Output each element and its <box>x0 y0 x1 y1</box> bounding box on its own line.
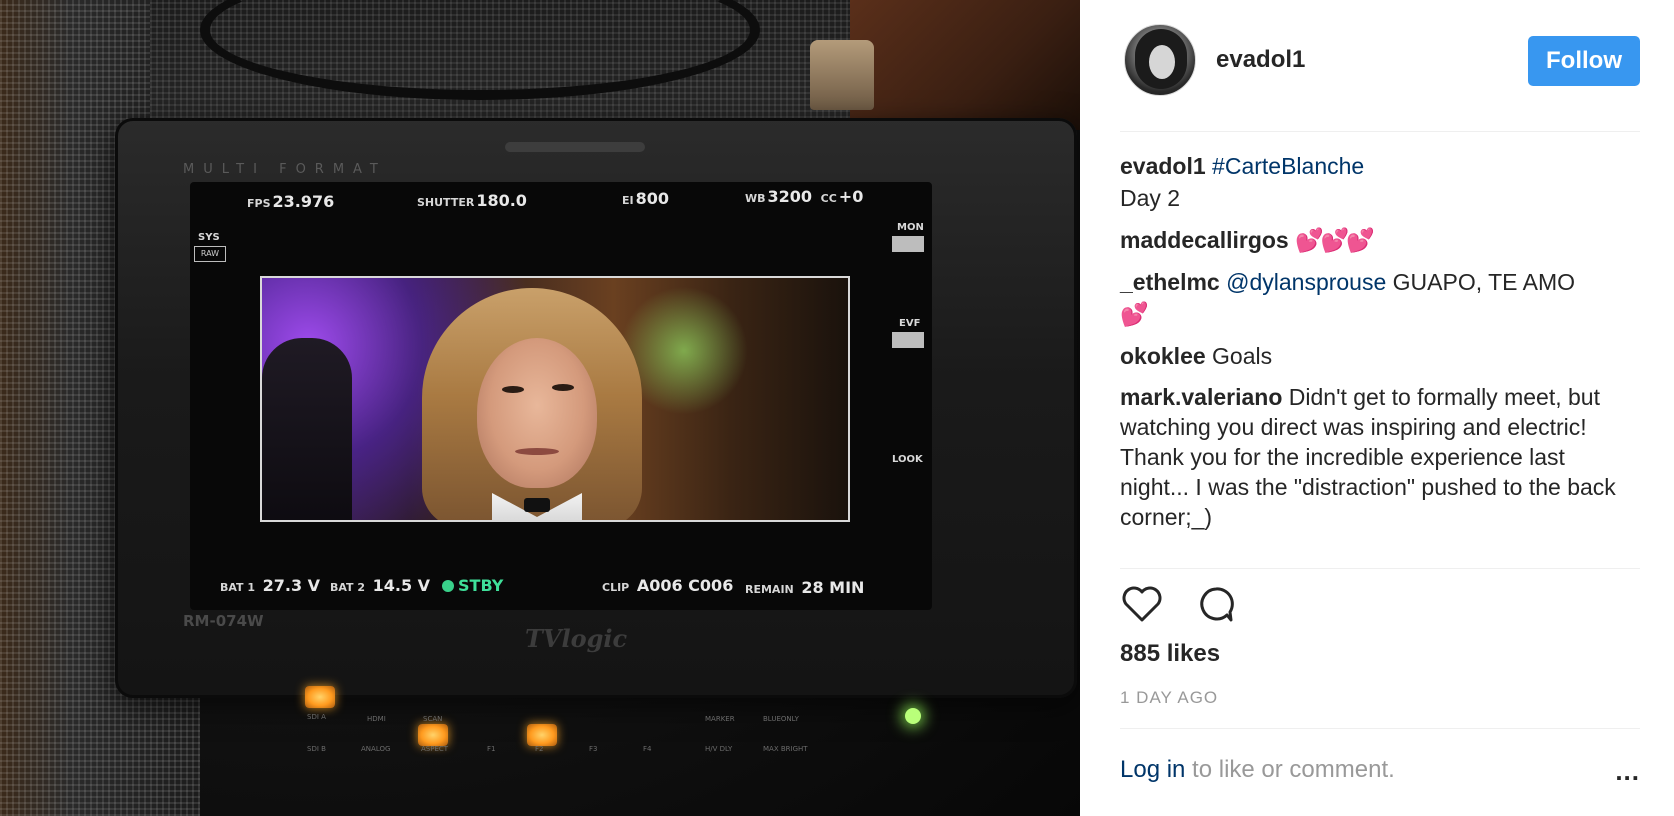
osd-look-label: LOOK <box>892 454 923 465</box>
ctrl-label: ANALOG <box>361 745 391 753</box>
ctrl-label: SCAN <box>423 715 443 723</box>
mention-link[interactable]: @dylansprouse <box>1226 269 1386 295</box>
comments-divider <box>1120 568 1640 569</box>
comment-item: mark.valeriano Didn't get to formally me… <box>1120 382 1640 532</box>
monitor-frame-image <box>260 276 850 522</box>
osd-bat2: BAT 2 14.5 V <box>330 576 431 595</box>
login-prompt-text: to like or comment. <box>1185 756 1395 783</box>
post-header: evadol1 Follow <box>1080 0 1674 131</box>
caption: evadol1 #CarteBlanche <box>1120 150 1640 182</box>
actor-bowtie <box>524 498 550 512</box>
led-power <box>905 708 921 724</box>
comment-item: maddecallirgos 💕💕💕 <box>1120 224 1640 256</box>
comment-item: _ethelmc @dylansprouse GUAPO, TE AMO 💕 <box>1120 266 1640 330</box>
more-options-icon[interactable]: ... <box>1615 758 1640 784</box>
ctrl-label: MARKER <box>705 715 735 723</box>
comment-item: okoklee Goals <box>1120 340 1640 372</box>
post-timestamp[interactable]: 1 DAY AGO <box>1120 688 1218 708</box>
comment-username[interactable]: evadol1 <box>1120 153 1206 179</box>
ctrl-label: BLUEONLY <box>763 715 799 723</box>
osd-status: STBY <box>442 576 503 595</box>
post-photo[interactable]: MULTI FORMAT FPS 23.976 SHUTTER 180.0 EI 80… <box>0 0 1080 816</box>
comment-username[interactable]: _ethelmc <box>1120 269 1220 295</box>
follow-button[interactable]: Follow <box>1528 36 1640 86</box>
hashtag-link[interactable]: #CarteBlanche <box>1212 153 1364 179</box>
likes-count[interactable]: 885 likes <box>1120 640 1220 668</box>
login-link[interactable]: Log in <box>1120 756 1185 783</box>
ctrl-label: ASPECT <box>421 745 449 753</box>
avatar[interactable] <box>1124 24 1196 96</box>
heart-icon[interactable] <box>1120 582 1164 626</box>
monitor-screen: FPS 23.976 SHUTTER 180.0 EI 800 WB 3200 CC +0… <box>190 182 932 610</box>
monitor-logo: TVlogic <box>525 624 628 653</box>
comment-username[interactable]: maddecallirgos <box>1120 227 1289 253</box>
ctrl-label: F1 <box>487 745 496 753</box>
ctrl-label: MAX BRIGHT <box>763 745 808 753</box>
field-monitor: MULTI FORMAT FPS 23.976 SHUTTER 180.0 EI 80… <box>115 118 1077 753</box>
header-divider <box>1120 131 1640 132</box>
osd-clip: CLIP A006 C006 <box>602 576 734 595</box>
comments-list: evadol1 #CarteBlanche Day 2 maddecallirg… <box>1120 150 1640 542</box>
osd-evf-box <box>892 332 924 348</box>
heart-emoji: 💕💕💕 <box>1295 227 1375 253</box>
comment-username[interactable]: mark.valeriano <box>1120 384 1282 410</box>
ctrl-label: SDI A <box>307 713 326 721</box>
post-footer: Log in to like or comment. ... <box>1120 756 1640 792</box>
actor-face <box>477 338 597 488</box>
led-sdi-a <box>305 686 335 708</box>
osd-sys-label: SYS <box>198 232 220 243</box>
led-f2 <box>527 724 557 746</box>
osd-remain: REMAIN 28 MIN <box>745 578 865 597</box>
comment-username[interactable]: okoklee <box>1120 343 1206 369</box>
ctrl-label: H/V DLY <box>705 745 733 753</box>
osd-shutter: SHUTTER 180.0 <box>417 191 527 210</box>
status-dot-icon <box>442 580 454 592</box>
post-actions <box>1120 582 1640 626</box>
comment-text: GUAPO, TE AMO <box>1386 269 1576 295</box>
osd-mon-box <box>892 236 924 252</box>
ctrl-label: F3 <box>589 745 598 753</box>
monitor-brand-label: MULTI FORMAT <box>183 162 387 177</box>
wood-background <box>850 0 1080 130</box>
monitor-handle <box>505 142 645 152</box>
actor-eye-right <box>552 384 574 391</box>
comment-bubble-icon[interactable] <box>1194 582 1238 626</box>
osd-bat1: BAT 1 27.3 V <box>220 576 321 595</box>
actor-mouth <box>515 448 559 455</box>
ctrl-label: F4 <box>643 745 652 753</box>
header-username[interactable]: evadol1 <box>1216 46 1305 74</box>
heart-emoji: 💕 <box>1120 301 1149 327</box>
post-sidebar: evadol1 Follow evadol1 #CarteBlanche Day… <box>1080 0 1674 816</box>
ctrl-label: F2 <box>535 745 544 753</box>
osd-sys-box: RAW <box>194 246 226 262</box>
footer-divider <box>1120 728 1640 729</box>
camera-knob <box>810 40 874 110</box>
monitor-model-label: RM-074W <box>183 612 264 630</box>
ctrl-label: HDMI <box>367 715 386 723</box>
caption-line: Day 2 <box>1120 185 1181 211</box>
osd-ei: EI 800 <box>622 189 670 208</box>
osd-wb: WB 3200 CC +0 <box>745 187 864 206</box>
osd-evf-label: EVF <box>899 318 921 329</box>
background-figure <box>262 338 352 520</box>
avatar-face <box>1149 45 1175 79</box>
osd-fps: FPS 23.976 <box>247 192 335 211</box>
led-aspect <box>418 724 448 746</box>
actor-eye-left <box>502 386 524 393</box>
osd-mon-label: MON <box>897 222 924 233</box>
comment-text: Goals <box>1205 343 1273 369</box>
ctrl-label: SDI B <box>307 745 326 753</box>
